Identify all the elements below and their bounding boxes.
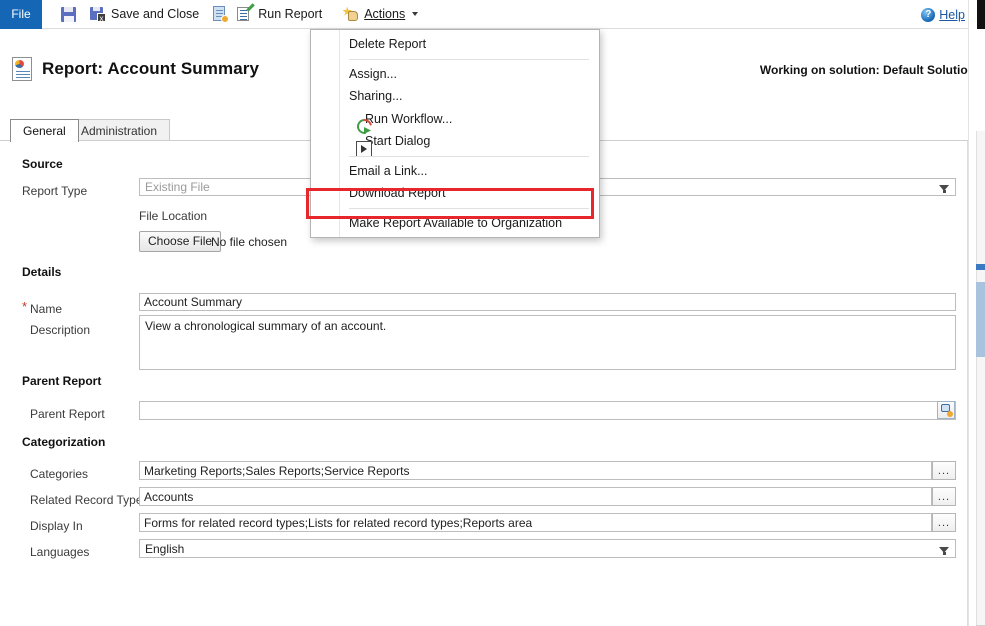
window-edge [977,0,985,29]
save-button[interactable] [54,0,83,29]
tab-administration[interactable]: Administration [68,119,170,141]
label-related-record-types: Related Record Types [30,493,149,507]
menu-item-sharing[interactable]: Sharing... [311,85,599,108]
vertical-scrollbar-track[interactable] [976,131,985,626]
dialog-icon [356,141,372,157]
menu-item-make-report-available-to-organization[interactable]: Make Report Available to Organization [311,212,599,235]
label-parent-report: Parent Report [30,407,105,421]
save-icon [61,7,76,22]
display-in-browse-button[interactable]: ... [932,513,956,532]
actions-icon [342,7,359,22]
languages-select[interactable]: English [139,539,956,558]
label-file-location: File Location [139,209,207,223]
related-record-types-input[interactable] [139,487,932,506]
actions-dropdown-menu: Delete Report Assign... Sharing... Run W… [310,29,600,238]
categories-input[interactable] [139,461,932,480]
menu-item-download-report[interactable]: Download Report [311,182,599,205]
menu-item-start-dialog[interactable]: Start Dialog [311,130,599,153]
menu-separator [349,59,589,60]
display-in-input[interactable] [139,513,932,532]
tab-administration-label: Administration [81,124,157,138]
menu-separator [349,208,589,209]
label-display-in: Display In [30,519,83,533]
chevron-down-icon [412,12,418,16]
menu-item-label: Email a Link... [349,164,428,178]
parent-report-input[interactable] [139,401,956,420]
name-input[interactable] [139,293,956,311]
label-description: Description [30,323,90,337]
name-required-indicator: * [22,299,27,314]
new-report-button[interactable] [206,0,230,29]
run-report-button[interactable]: Run Report [230,0,329,29]
menu-item-label: Sharing... [349,89,403,103]
solution-context-label: Working on solution: Default Solution [760,63,975,77]
label-name: Name [30,302,62,316]
section-header-parent-report: Parent Report [22,374,101,388]
scrollbar-marker [976,264,985,270]
label-languages: Languages [30,545,89,559]
chevron-stem [943,552,946,555]
file-tab-label: File [11,7,30,21]
menu-item-label: Make Report Available to Organization [349,216,562,230]
actions-label: Actions [364,8,405,21]
report-icon [12,57,32,81]
chevron-stem [943,190,946,193]
related-record-types-browse-button[interactable]: ... [932,487,956,506]
report-form-window: File x Save and Close Run Report [0,0,985,626]
section-header-details: Details [22,265,61,279]
run-report-icon [237,7,253,22]
label-categories: Categories [30,467,88,481]
menu-item-delete-report[interactable]: Delete Report [311,33,599,56]
file-chosen-status: No file chosen [211,235,287,249]
menu-item-label: Delete Report [349,37,426,51]
menu-item-label: Assign... [349,67,397,81]
lookup-icon[interactable] [937,401,955,419]
save-and-close-button[interactable]: x Save and Close [83,0,206,29]
menu-item-label: Run Workflow... [365,112,452,126]
vertical-scrollbar-thumb[interactable] [976,282,985,357]
tab-general[interactable]: General [10,119,79,142]
menu-item-label: Start Dialog [365,134,430,148]
actions-menu-button[interactable]: Actions [335,0,425,29]
menu-item-run-workflow[interactable]: Run Workflow... [311,108,599,131]
languages-value: English [145,542,184,556]
help-label: Help [939,8,965,22]
page-title: Report: Account Summary [42,59,259,79]
right-rail [968,0,985,626]
menu-item-email-a-link[interactable]: Email a Link... [311,160,599,183]
report-type-value: Existing File [145,180,210,194]
label-report-type: Report Type [22,184,87,198]
run-report-label: Run Report [258,8,322,21]
file-tab[interactable]: File [0,0,42,29]
save-and-close-label: Save and Close [111,8,199,21]
section-header-categorization: Categorization [22,435,105,449]
menu-separator [349,156,589,157]
description-textarea[interactable] [139,315,956,370]
command-bar: File x Save and Close Run Report [0,0,985,29]
categories-browse-button[interactable]: ... [932,461,956,480]
menu-item-assign[interactable]: Assign... [311,63,599,86]
save-and-close-icon: x [90,7,106,22]
choose-file-button[interactable]: Choose File [139,231,221,252]
menu-item-label: Download Report [349,186,446,200]
tab-general-label: General [23,124,66,138]
new-report-icon [213,6,228,22]
help-icon: ? [921,8,935,22]
section-header-source: Source [22,157,63,171]
